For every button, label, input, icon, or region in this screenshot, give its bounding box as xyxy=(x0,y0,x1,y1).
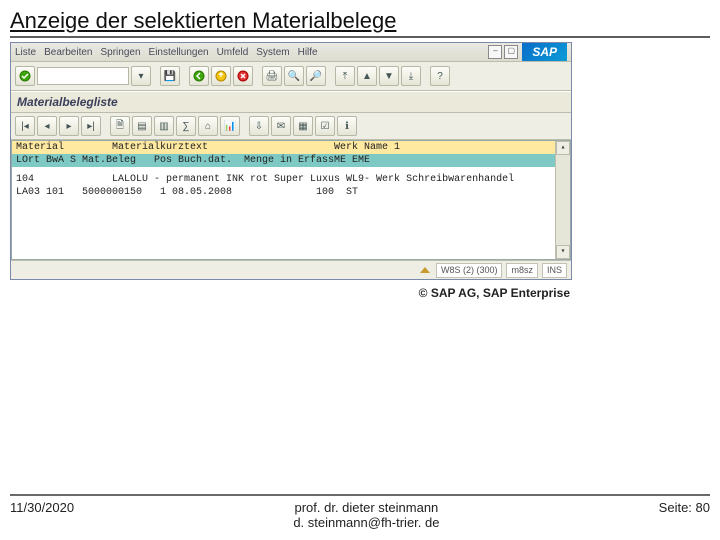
nav-next-icon[interactable]: ▸ xyxy=(59,116,79,136)
command-field[interactable] xyxy=(37,67,129,85)
footer-email: d. steinmann@fh-trier. de xyxy=(74,515,659,530)
data-row-2[interactable]: LA03 101 5000000150 1 08.05.2008 100 ST xyxy=(12,186,570,199)
total-icon[interactable]: ⌂ xyxy=(198,116,218,136)
exit-icon[interactable] xyxy=(211,66,231,86)
find-icon[interactable]: 🔍 xyxy=(284,66,304,86)
next-page-icon[interactable]: ▼ xyxy=(379,66,399,86)
footer-page: Seite: 80 xyxy=(659,500,710,515)
print-icon[interactable]: 🖨 xyxy=(262,66,282,86)
prev-page-icon[interactable]: ▲ xyxy=(357,66,377,86)
back-icon[interactable] xyxy=(189,66,209,86)
footer-date: 11/30/2020 xyxy=(10,500,74,515)
footer-author: prof. dr. dieter steinmann xyxy=(74,500,659,515)
sort-desc-icon[interactable]: ▥ xyxy=(154,116,174,136)
col-header-1: Material Materialkurztext Werk Name 1 xyxy=(12,141,570,154)
app-toolbar: |◂ ◂ ▸ ▸| 🗎 ▤ ▥ ∑ ⌂ 📊 ⇩ ✉ ▦ ☑ ℹ xyxy=(11,113,571,140)
screen-title: Materialbelegliste xyxy=(11,91,571,113)
menu-system[interactable]: System xyxy=(256,47,289,58)
data-row-1[interactable]: 104 LALOLU - permanent INK rot Super Lux… xyxy=(12,173,570,186)
dropdown-icon[interactable]: ▾ xyxy=(131,66,151,86)
mail-icon[interactable]: ✉ xyxy=(271,116,291,136)
status-system: W8S (2) (300) xyxy=(436,263,503,278)
scroll-up-icon[interactable]: ▴ xyxy=(556,141,570,155)
first-page-icon[interactable]: ⤒ xyxy=(335,66,355,86)
detail-icon[interactable]: 🗎 xyxy=(110,116,130,136)
nav-prev-icon[interactable]: ◂ xyxy=(37,116,57,136)
copyright-caption: © SAP AG, SAP Enterprise xyxy=(10,286,570,300)
scroll-down-icon[interactable]: ▾ xyxy=(556,245,570,259)
sap-logo: SAP xyxy=(522,43,567,61)
nav-first-icon[interactable]: |◂ xyxy=(15,116,35,136)
list-area: Material Materialkurztext Werk Name 1 LO… xyxy=(11,140,571,260)
chart-icon[interactable]: 📊 xyxy=(220,116,240,136)
window-min-icon[interactable]: – xyxy=(488,45,502,59)
export-icon[interactable]: ⇩ xyxy=(249,116,269,136)
menu-liste[interactable]: Liste xyxy=(15,47,36,58)
status-mode: INS xyxy=(542,263,567,278)
menu-springen[interactable]: Springen xyxy=(101,47,141,58)
slide-footer: 11/30/2020 prof. dr. dieter steinmann d.… xyxy=(10,494,710,530)
enter-button[interactable] xyxy=(15,66,35,86)
info-icon[interactable]: ℹ xyxy=(337,116,357,136)
save-icon[interactable]: 💾 xyxy=(160,66,180,86)
sort-asc-icon[interactable]: ▤ xyxy=(132,116,152,136)
main-toolbar: ▾ 💾 🖨 🔍 🔎 ⤒ ▲ ▼ ⤓ ? xyxy=(11,62,571,91)
find-next-icon[interactable]: 🔎 xyxy=(306,66,326,86)
menu-bearbeiten[interactable]: Bearbeiten xyxy=(44,47,92,58)
layout-icon[interactable]: ▦ xyxy=(293,116,313,136)
filter-icon[interactable]: ∑ xyxy=(176,116,196,136)
status-triangle-icon xyxy=(420,267,430,273)
help-icon[interactable]: ? xyxy=(430,66,450,86)
window-max-icon[interactable]: ▢ xyxy=(504,45,518,59)
menubar: Liste Bearbeiten Springen Einstellungen … xyxy=(11,43,571,62)
sap-window: Liste Bearbeiten Springen Einstellungen … xyxy=(10,42,572,280)
cancel-icon[interactable] xyxy=(233,66,253,86)
menu-einstellungen[interactable]: Einstellungen xyxy=(149,47,209,58)
menu-umfeld[interactable]: Umfeld xyxy=(217,47,249,58)
nav-last-icon[interactable]: ▸| xyxy=(81,116,101,136)
vertical-scrollbar[interactable]: ▴ ▾ xyxy=(555,141,570,259)
col-header-2: LOrt BwA S Mat.Beleg Pos Buch.dat. Menge… xyxy=(12,154,570,167)
status-server: m8sz xyxy=(506,263,538,278)
menu-hilfe[interactable]: Hilfe xyxy=(298,47,318,58)
last-page-icon[interactable]: ⤓ xyxy=(401,66,421,86)
slide-title: Anzeige der selektierten Materialbelege xyxy=(10,8,710,38)
select-icon[interactable]: ☑ xyxy=(315,116,335,136)
status-bar: W8S (2) (300) m8sz INS xyxy=(11,260,571,279)
